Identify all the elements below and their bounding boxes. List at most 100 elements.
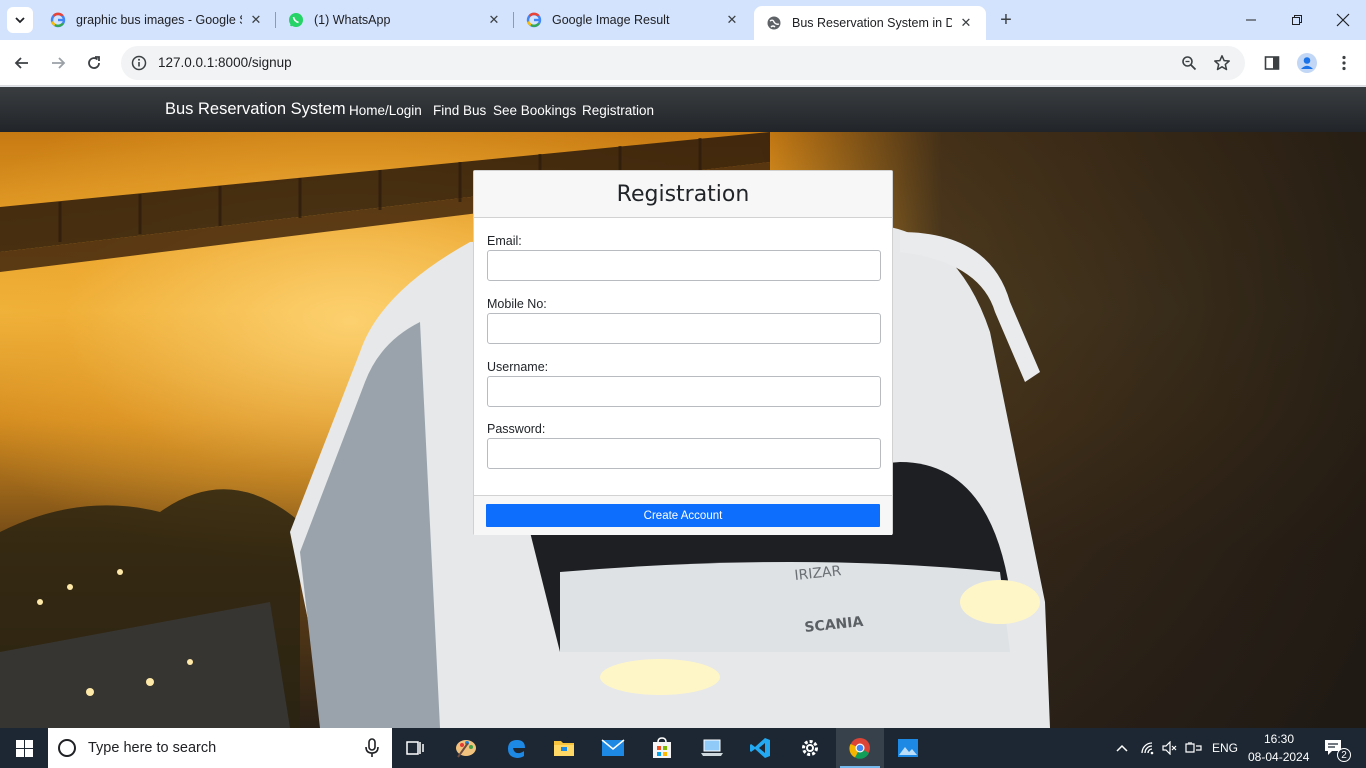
tab-whatsapp[interactable]: (1) WhatsApp ✕: [276, 0, 514, 40]
whatsapp-icon: [288, 12, 304, 28]
taskbar-photos-app[interactable]: [884, 728, 932, 768]
close-icon[interactable]: ✕: [724, 12, 740, 28]
clock-time[interactable]: 16:30: [1264, 732, 1294, 746]
new-tab-button[interactable]: +: [994, 8, 1018, 32]
email-field[interactable]: [487, 250, 881, 281]
info-icon[interactable]: [129, 53, 149, 73]
tab-title: Bus Reservation System in Djan: [792, 16, 952, 30]
edge-icon: [508, 740, 525, 758]
chevron-down-icon: [15, 17, 25, 24]
tab-google-image-result[interactable]: Google Image Result ✕: [514, 0, 752, 40]
mobile-label: Mobile No:: [487, 297, 547, 311]
nav-link-find-bus[interactable]: Find Bus: [433, 103, 486, 118]
google-g-icon: [526, 12, 542, 28]
mail-icon: [601, 739, 625, 756]
tab-bus-reservation[interactable]: Bus Reservation System in Djan ✕: [754, 6, 986, 40]
tab-graphic-bus-images[interactable]: graphic bus images - Google Se ✕: [38, 0, 276, 40]
taskbar-search-box[interactable]: Type here to search: [48, 728, 392, 768]
folder-icon: [554, 741, 574, 756]
page-title: Registration: [616, 181, 750, 207]
battery-icon[interactable]: [1184, 738, 1204, 758]
reload-icon: [88, 56, 100, 69]
minimize-icon: [1246, 19, 1256, 21]
address-bar[interactable]: 127.0.0.1:8000/signup: [121, 46, 1245, 80]
notification-count-badge: 2: [1337, 748, 1351, 762]
plus-icon: +: [1000, 8, 1012, 31]
back-button[interactable]: [8, 49, 36, 77]
mobile-field[interactable]: [487, 313, 881, 344]
profile-avatar-icon[interactable]: [1296, 52, 1318, 74]
chrome-icon: [849, 738, 870, 759]
restore-icon: [1292, 15, 1302, 25]
tab-title: Google Image Result: [552, 13, 670, 27]
microphone-icon[interactable]: [363, 738, 381, 758]
search-placeholder: Type here to search: [88, 740, 217, 756]
url-text[interactable]: 127.0.0.1:8000/signup: [158, 55, 292, 70]
navbar-brand[interactable]: Bus Reservation System: [165, 100, 346, 119]
close-icon[interactable]: ✕: [486, 12, 502, 28]
task-view-button[interactable]: [392, 728, 440, 768]
taskbar-vscode-app[interactable]: [736, 728, 784, 768]
nav-link-registration[interactable]: Registration: [582, 103, 654, 118]
create-account-button[interactable]: Create Account: [486, 504, 880, 527]
password-label: Password:: [487, 422, 546, 436]
tab-search-button[interactable]: [7, 7, 33, 33]
task-view-icon: [406, 741, 424, 755]
taskbar-mail-app[interactable]: [589, 728, 637, 768]
clock-date[interactable]: 08-04-2024: [1248, 750, 1309, 764]
arrow-left-icon: [14, 57, 28, 69]
taskbar-settings-app[interactable]: [786, 728, 834, 768]
start-button[interactable]: [0, 728, 48, 768]
globe-icon: [766, 15, 782, 31]
email-label: Email:: [487, 234, 522, 248]
windows-logo-icon: [15, 739, 33, 757]
zoom-icon[interactable]: [1179, 53, 1199, 73]
side-panel-icon[interactable]: [1261, 52, 1283, 74]
google-g-icon: [50, 12, 66, 28]
taskbar-store-app[interactable]: [638, 728, 686, 768]
mobile-group: Mobile No:: [487, 297, 881, 344]
password-field[interactable]: [487, 438, 881, 469]
wifi-icon[interactable]: [1138, 738, 1158, 758]
username-field[interactable]: [487, 376, 881, 407]
taskbar-chrome-app[interactable]: [836, 728, 884, 768]
close-icon[interactable]: ✕: [958, 15, 974, 31]
tab-title: (1) WhatsApp: [314, 13, 391, 27]
palette-icon: [456, 740, 476, 758]
vscode-icon: [750, 738, 770, 758]
star-icon[interactable]: [1212, 53, 1232, 73]
registration-card: Registration Email: Mobile No: Username:…: [473, 170, 893, 535]
gear-icon: [802, 740, 818, 756]
username-group: Username:: [487, 360, 881, 407]
taskbar-laptop-app[interactable]: [688, 728, 736, 768]
browser-tab-strip: graphic bus images - Google Se ✕ (1) Wha…: [0, 0, 1366, 40]
arrow-right-icon: [52, 57, 66, 69]
chevron-up-icon[interactable]: [1112, 738, 1132, 758]
minimize-button[interactable]: [1228, 0, 1274, 40]
store-icon: [653, 737, 671, 758]
search-icon: [58, 739, 76, 757]
site-navbar: Bus Reservation System Home/Login Find B…: [0, 87, 1366, 132]
nav-link-see-bookings[interactable]: See Bookings: [493, 103, 576, 118]
close-icon: [1336, 13, 1350, 27]
restore-button[interactable]: [1274, 0, 1320, 40]
close-icon[interactable]: ✕: [248, 12, 264, 28]
card-footer: Create Account: [474, 495, 892, 535]
nav-link-home-login[interactable]: Home/Login: [349, 103, 422, 118]
password-group: Password:: [487, 422, 881, 469]
browser-toolbar: 127.0.0.1:8000/signup: [0, 40, 1366, 86]
close-window-button[interactable]: [1320, 0, 1366, 40]
tab-title: graphic bus images - Google Se: [76, 13, 242, 27]
card-header: Registration: [474, 171, 892, 218]
language-indicator[interactable]: ENG: [1212, 741, 1238, 755]
taskbar-paint-app[interactable]: [442, 728, 490, 768]
more-options-icon[interactable]: [1333, 52, 1355, 74]
forward-button[interactable]: [44, 49, 72, 77]
photos-icon: [898, 739, 918, 757]
taskbar-edge-app[interactable]: [492, 728, 540, 768]
taskbar-file-explorer[interactable]: [540, 728, 588, 768]
username-label: Username:: [487, 360, 549, 374]
laptop-icon: [701, 739, 723, 756]
reload-button[interactable]: [80, 49, 108, 77]
volume-muted-icon[interactable]: [1160, 738, 1180, 758]
